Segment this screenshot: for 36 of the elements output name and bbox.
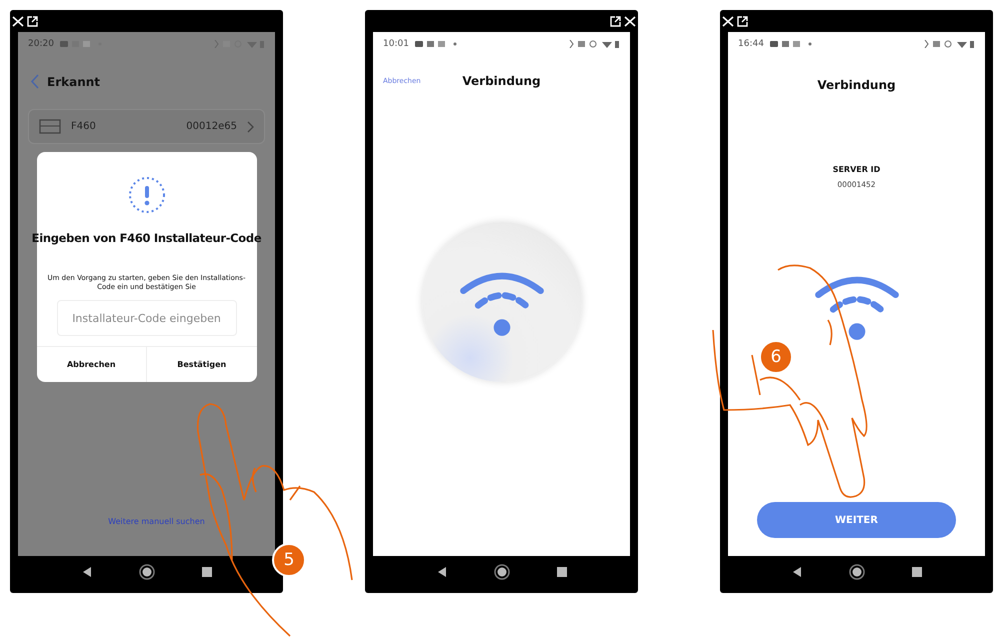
system-status-icons — [923, 40, 975, 48]
device-icon — [39, 119, 61, 134]
status-time: 16:44 — [738, 39, 764, 49]
step-number-badge: 5 — [272, 543, 306, 577]
back-icon[interactable] — [436, 567, 446, 577]
close-icon[interactable] — [624, 16, 636, 26]
code-input-field[interactable]: Installateur-Code eingeben — [56, 300, 236, 336]
search-manually-link[interactable]: Weitere manuell suchen — [108, 517, 205, 526]
popout-icon[interactable] — [737, 16, 748, 26]
home-icon[interactable] — [138, 564, 154, 580]
chevron-right-icon — [247, 120, 254, 132]
screen-title: Erkannt — [47, 74, 100, 88]
close-icon[interactable] — [722, 16, 734, 26]
popout-icon[interactable] — [610, 16, 621, 26]
popout-icon[interactable] — [27, 16, 38, 26]
status-time: 20:20 — [28, 39, 54, 49]
home-icon[interactable] — [494, 564, 510, 580]
dialog-title: Eingeben von F460 Installateur-Code — [32, 231, 262, 245]
next-button[interactable]: WEITER — [757, 502, 956, 538]
screen-title: Verbindung — [462, 74, 541, 88]
back-icon[interactable] — [792, 567, 802, 577]
home-icon[interactable] — [848, 564, 864, 580]
screen-title: Verbindung — [817, 78, 896, 92]
dialog-button[interactable]: Abbrechen — [36, 347, 146, 382]
recents-icon[interactable] — [556, 567, 566, 577]
close-icon[interactable] — [12, 16, 24, 26]
dialog-button[interactable]: Bestätigen — [146, 347, 256, 382]
system-status-icons — [213, 40, 265, 48]
server-id-label: SERVER ID — [832, 165, 880, 174]
recents-icon[interactable] — [202, 567, 212, 577]
device-row[interactable]: F460 00012e65 — [28, 109, 265, 144]
recents-icon[interactable] — [912, 567, 922, 577]
system-status-icons — [568, 40, 620, 48]
back-icon[interactable] — [82, 567, 92, 577]
alert-icon — [128, 176, 166, 214]
status-time: 10:01 — [383, 39, 409, 49]
